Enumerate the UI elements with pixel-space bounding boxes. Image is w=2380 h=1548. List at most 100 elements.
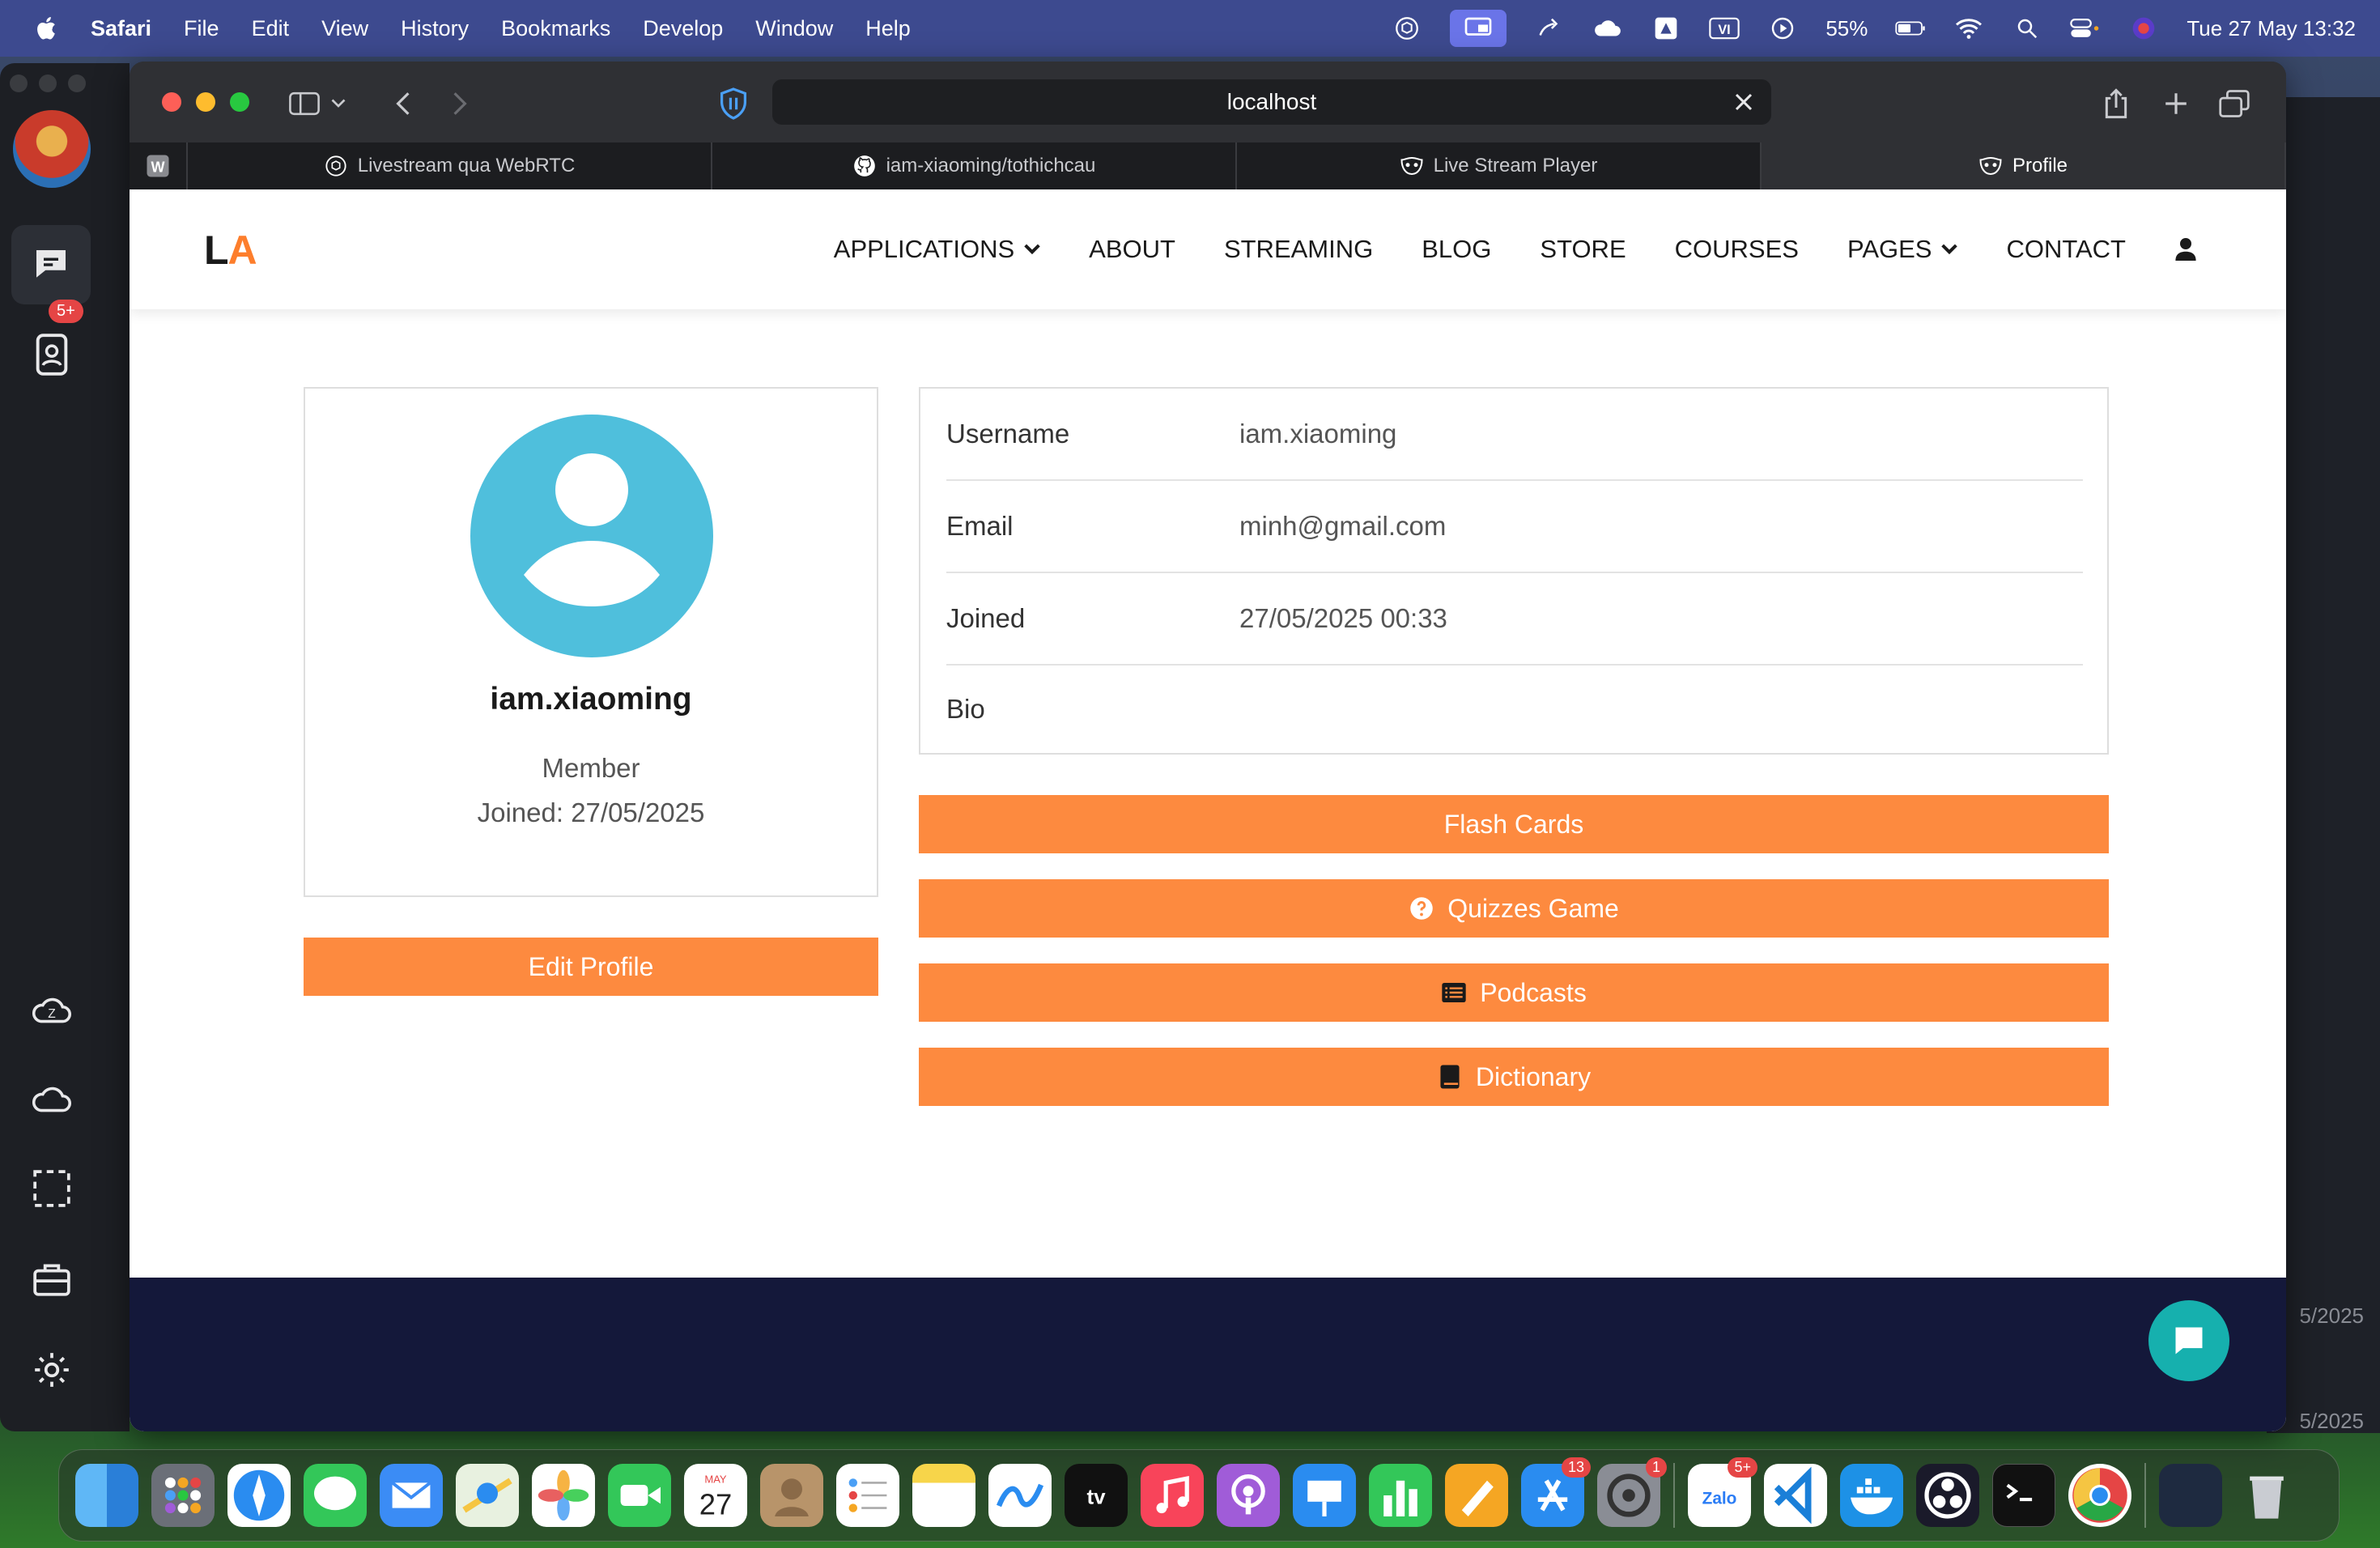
address-bar[interactable]: localhost: [772, 79, 1771, 125]
dock-freeform-icon[interactable]: [988, 1464, 1052, 1527]
menu-bookmarks[interactable]: Bookmarks: [501, 16, 610, 41]
dock-appstore-icon[interactable]: 13: [1521, 1457, 1591, 1527]
dock-docker-icon[interactable]: [1840, 1464, 1903, 1527]
dock-obs-icon[interactable]: [1916, 1464, 1979, 1527]
nav-contact[interactable]: CONTACT: [2006, 235, 2126, 264]
dock-chrome-icon[interactable]: [2068, 1464, 2131, 1527]
menu-app-safari[interactable]: Safari: [91, 16, 151, 41]
stage-manager-icon[interactable]: [1534, 13, 1565, 44]
cloud-sync-icon[interactable]: Z: [26, 983, 78, 1035]
back-button[interactable]: [385, 86, 421, 121]
menu-history[interactable]: History: [401, 16, 469, 41]
screenshot-icon[interactable]: [26, 1163, 78, 1214]
wifi-icon[interactable]: [1953, 13, 1984, 44]
dock-contacts-icon[interactable]: [760, 1464, 823, 1527]
share-icon[interactable]: [2098, 86, 2134, 121]
menu-window[interactable]: Window: [755, 16, 833, 41]
quizzes-game-button[interactable]: Quizzes Game: [919, 879, 2109, 938]
battery-icon[interactable]: [1895, 13, 1926, 44]
forward-button[interactable]: [442, 86, 478, 121]
drive-icon[interactable]: [1651, 13, 1681, 44]
nav-applications[interactable]: APPLICATIONS: [834, 235, 1040, 264]
chevron-down-icon[interactable]: [327, 86, 350, 121]
dock-facetime-icon[interactable]: [608, 1464, 671, 1527]
cloud-icon[interactable]: [26, 1072, 78, 1124]
close-icon[interactable]: [1729, 87, 1758, 117]
nav-courses[interactable]: COURSES: [1675, 235, 1799, 264]
menu-help[interactable]: Help: [865, 16, 911, 41]
new-tab-icon[interactable]: [2158, 86, 2194, 121]
nav-streaming[interactable]: STREAMING: [1224, 235, 1373, 264]
dock-podcasts-icon[interactable]: [1217, 1464, 1280, 1527]
dock-trash-icon[interactable]: [2235, 1464, 2298, 1527]
menubar-clock[interactable]: Tue 27 May 13:32: [2187, 16, 2356, 41]
tab-livestream-webrtc[interactable]: Livestream qua WebRTC: [188, 142, 712, 189]
nav-blog[interactable]: BLOG: [1422, 235, 1491, 264]
dock-appletv-icon[interactable]: tv: [1065, 1464, 1128, 1527]
chat-icon[interactable]: [11, 225, 91, 304]
tab-profile[interactable]: Profile: [1762, 142, 2286, 189]
dock-system-settings-icon[interactable]: 1: [1597, 1457, 1667, 1527]
dock-terminal-icon[interactable]: [1992, 1464, 2055, 1527]
dock-keynote-icon[interactable]: [1293, 1464, 1356, 1527]
cloud-icon[interactable]: [1592, 13, 1623, 44]
nav-store[interactable]: STORE: [1540, 235, 1626, 264]
dock-zalo-icon[interactable]: Zalo 5+: [1688, 1457, 1757, 1527]
minimize-window-button[interactable]: [196, 92, 215, 112]
contacts-icon[interactable]: [26, 329, 78, 381]
dock-music-icon[interactable]: [1141, 1464, 1204, 1527]
nav-about[interactable]: ABOUT: [1089, 235, 1175, 264]
side-app-window-controls[interactable]: [10, 74, 86, 92]
settings-gear-icon[interactable]: [26, 1344, 78, 1396]
vi-input-icon[interactable]: VI: [1709, 13, 1740, 44]
dock-numbers-icon[interactable]: [1369, 1464, 1432, 1527]
menu-develop[interactable]: Develop: [643, 16, 723, 41]
tab-overview-icon[interactable]: [2216, 86, 2252, 121]
menu-edit[interactable]: Edit: [252, 16, 290, 41]
zoom-window-button[interactable]: [230, 92, 249, 112]
detail-row-joined: Joined 27/05/2025 00:33: [946, 573, 2083, 666]
site-logo[interactable]: LA: [204, 227, 257, 274]
tab-w[interactable]: W: [130, 142, 188, 189]
settings-badge: 1: [1645, 1457, 1667, 1478]
openai-status-icon[interactable]: [1392, 13, 1422, 44]
apple-icon[interactable]: [32, 14, 62, 43]
play-circle-icon[interactable]: [1767, 13, 1798, 44]
edit-profile-button[interactable]: Edit Profile: [304, 938, 878, 996]
podcasts-button[interactable]: Podcasts: [919, 963, 2109, 1022]
tab-github-repo[interactable]: iam-xiaoming/tothichcau: [712, 142, 1237, 189]
dock-photos-icon[interactable]: [532, 1464, 595, 1527]
dictionary-button[interactable]: Dictionary: [919, 1048, 2109, 1106]
detail-label: Bio: [946, 694, 985, 724]
briefcase-icon[interactable]: [26, 1253, 78, 1305]
dock-notes-icon[interactable]: [912, 1464, 975, 1527]
dock-finder-icon[interactable]: [75, 1464, 138, 1527]
openai-icon: [324, 154, 348, 178]
dock-safari-icon[interactable]: [227, 1464, 291, 1527]
close-window-button[interactable]: [162, 92, 181, 112]
dock-calendar-icon[interactable]: MAY 27: [684, 1464, 747, 1527]
chat-widget-button[interactable]: [2148, 1300, 2229, 1381]
siri-icon[interactable]: [2128, 13, 2159, 44]
flash-cards-button[interactable]: Flash Cards: [919, 795, 2109, 853]
dock-minimized-window-icon[interactable]: [2159, 1464, 2222, 1527]
menu-view[interactable]: View: [321, 16, 368, 41]
control-center-icon[interactable]: [2070, 13, 2101, 44]
dock-pages-icon[interactable]: [1445, 1464, 1508, 1527]
dock-mail-icon[interactable]: [380, 1464, 443, 1527]
privacy-shield-icon[interactable]: [716, 86, 751, 121]
dock-reminders-icon[interactable]: [836, 1464, 899, 1527]
spotlight-search-icon[interactable]: [2012, 13, 2042, 44]
dock-messages-icon[interactable]: [304, 1464, 367, 1527]
tab-label: Live Stream Player: [1433, 155, 1598, 176]
screen-mirroring-icon[interactable]: [1450, 10, 1507, 47]
nav-pages[interactable]: PAGES: [1847, 235, 1958, 264]
menu-file[interactable]: File: [184, 16, 219, 41]
dock-maps-icon[interactable]: [456, 1464, 519, 1527]
dock-launchpad-icon[interactable]: [151, 1464, 215, 1527]
user-avatar[interactable]: [13, 110, 91, 188]
sidebar-toggle-icon[interactable]: [287, 86, 322, 121]
dock-vscode-icon[interactable]: [1764, 1464, 1827, 1527]
user-account-icon[interactable]: [2174, 236, 2197, 262]
tab-live-stream-player[interactable]: Live Stream Player: [1237, 142, 1762, 189]
